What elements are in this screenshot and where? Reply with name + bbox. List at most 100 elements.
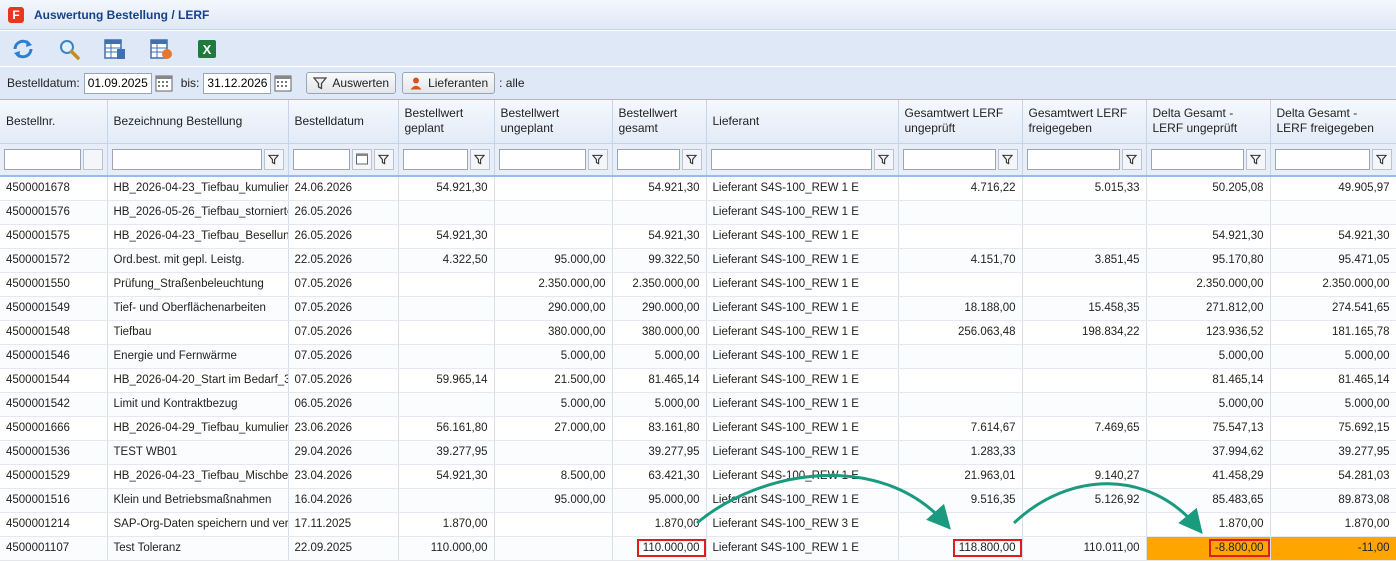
table-cell: 81.465,14 bbox=[1146, 368, 1271, 393]
supplier-button-label: Lieferanten bbox=[428, 76, 489, 90]
table-cell: 7.469,65 bbox=[1022, 416, 1147, 441]
table-cell bbox=[1022, 512, 1147, 537]
column-filter-icon[interactable] bbox=[373, 148, 394, 170]
table-row[interactable]: 4500001546 Energie und Fernwärme 07.05.202… bbox=[0, 344, 1396, 369]
col-header-delta-released[interactable]: Delta Gesamt - LERF freigegeben bbox=[1270, 100, 1396, 144]
table-cell: Lieferant S4S-100_REW 1 E bbox=[706, 248, 899, 273]
table-cell: 4500001550 bbox=[0, 272, 108, 297]
table-cell bbox=[1022, 224, 1147, 249]
table-cell bbox=[1022, 344, 1147, 369]
excel-icon[interactable]: X bbox=[194, 36, 220, 62]
results-table: Bestellnr. Bezeichnung Bestellung Bestel… bbox=[0, 100, 1396, 561]
table-cell: HB_2026-04-29_Tiefbau_kumulierte bbox=[107, 416, 289, 441]
table-row[interactable]: 4500001214 SAP-Org-Daten speichern und ve… bbox=[0, 512, 1396, 537]
supplier-button[interactable]: Lieferanten bbox=[402, 72, 496, 94]
column-filter-cell bbox=[1022, 143, 1147, 177]
column-filter-input[interactable] bbox=[4, 148, 81, 170]
table-cell: 290.000,00 bbox=[494, 296, 613, 321]
col-header-supplier[interactable]: Lieferant bbox=[706, 100, 899, 144]
table-row[interactable]: 4500001529 HB_2026-04-23_Tiefbau_Mischbes… bbox=[0, 464, 1396, 489]
table-row[interactable]: 4500001536 TEST WB01 29.04.2026 39.277,95 39… bbox=[0, 440, 1396, 465]
table-cell: 17.11.2025 bbox=[288, 512, 399, 537]
table-cell: 23.06.2026 bbox=[288, 416, 399, 441]
col-header-order-date[interactable]: Bestelldatum bbox=[288, 100, 399, 144]
column-filter-icon[interactable] bbox=[997, 148, 1018, 170]
table-cell: 2.350.000,00 bbox=[1146, 272, 1271, 297]
column-filter-icon[interactable] bbox=[587, 148, 608, 170]
table-row[interactable]: 4500001549 Tief- und Oberflächenarbeiten 0… bbox=[0, 296, 1396, 321]
table-cell: HB_2026-04-20_Start im Bedarf_3 L bbox=[107, 368, 289, 393]
column-filter-input[interactable] bbox=[1026, 148, 1120, 170]
header-row: Bestellnr. Bezeichnung Bestellung Bestel… bbox=[0, 100, 1396, 144]
table-cell: 75.547,13 bbox=[1146, 416, 1271, 441]
table-row[interactable]: 4500001548 Tiefbau 07.05.2026 380.000,00 380… bbox=[0, 320, 1396, 345]
table-row[interactable]: 4500001678 HB_2026-04-23_Tiefbau_kumulier… bbox=[0, 176, 1396, 201]
table-cell: 1.870,00 bbox=[1146, 512, 1271, 537]
table-cell: 3.851,45 bbox=[1022, 248, 1147, 273]
column-filter-icon[interactable] bbox=[469, 148, 490, 170]
table-cell: 4.322,50 bbox=[398, 248, 495, 273]
table-cell bbox=[494, 176, 613, 201]
table-cell: Tiefbau bbox=[107, 320, 289, 345]
highlight-box: -8.800,00 bbox=[1208, 539, 1269, 557]
date-from-input[interactable] bbox=[83, 72, 152, 94]
calendar-icon[interactable] bbox=[274, 74, 292, 92]
column-filter-input[interactable] bbox=[902, 148, 996, 170]
table-cell: TEST WB01 bbox=[107, 440, 289, 465]
table-cell: 380.000,00 bbox=[612, 320, 707, 345]
table-row[interactable]: 4500001576 HB_2026-05-26_Tiefbau_stornier… bbox=[0, 200, 1396, 225]
table-cell: 5.000,00 bbox=[1146, 392, 1271, 417]
col-header-lerf-released[interactable]: Gesamtwert LERF freigegeben bbox=[1022, 100, 1147, 144]
table-row[interactable]: 4500001542 Limit und Kontraktbezug 06.05.2… bbox=[0, 392, 1396, 417]
table-row[interactable]: 4500001107 Test Toleranz 22.09.2025 110.000… bbox=[0, 536, 1396, 561]
column-filter-input[interactable] bbox=[402, 148, 468, 170]
table-cell: 21.500,00 bbox=[494, 368, 613, 393]
table-cell: 5.000,00 bbox=[612, 392, 707, 417]
filter-spacer[interactable] bbox=[82, 148, 103, 170]
col-header-order-number[interactable]: Bestellnr. bbox=[0, 100, 108, 144]
column-filter-cell bbox=[706, 143, 899, 177]
table-row[interactable]: 4500001550 Prüfung_Straßenbeleuchtung 07.0… bbox=[0, 272, 1396, 297]
column-filter-icon[interactable] bbox=[1245, 148, 1266, 170]
column-filter-icon[interactable] bbox=[873, 148, 894, 170]
column-filter-icon[interactable] bbox=[263, 148, 284, 170]
calendar-icon[interactable] bbox=[155, 74, 173, 92]
table-cell: 95.000,00 bbox=[612, 488, 707, 513]
column-filter-input[interactable] bbox=[111, 148, 262, 170]
col-header-delta-unchecked[interactable]: Delta Gesamt - LERF ungeprüft bbox=[1146, 100, 1271, 144]
table-row[interactable]: 4500001544 HB_2026-04-20_Start im Bedarf_… bbox=[0, 368, 1396, 393]
column-filter-input[interactable] bbox=[710, 148, 872, 170]
table-cell: 26.05.2026 bbox=[288, 200, 399, 225]
table-row[interactable]: 4500001572 Ord.best. mit gepl. Leistg. 22.… bbox=[0, 248, 1396, 273]
date-to-input[interactable] bbox=[203, 72, 272, 94]
col-header-total-value[interactable]: Bestellwert gesamt bbox=[612, 100, 707, 144]
col-header-order-description[interactable]: Bezeichnung Bestellung bbox=[107, 100, 289, 144]
column-filter-input[interactable] bbox=[1150, 148, 1244, 170]
column-filter-icon[interactable] bbox=[1371, 148, 1392, 170]
table-cell: Lieferant S4S-100_REW 1 E bbox=[706, 320, 899, 345]
refresh-icon[interactable] bbox=[10, 36, 36, 62]
table-row[interactable]: 4500001666 HB_2026-04-29_Tiefbau_kumulier… bbox=[0, 416, 1396, 441]
title-bar: F Auswertung Bestellung / LERF bbox=[0, 0, 1396, 30]
column-filter-input[interactable] bbox=[292, 148, 350, 170]
table-export-icon[interactable] bbox=[102, 36, 128, 62]
table-edit-icon[interactable] bbox=[148, 36, 174, 62]
column-filter-input[interactable] bbox=[616, 148, 680, 170]
evaluate-button[interactable]: Auswerten bbox=[306, 72, 397, 94]
table-cell: 22.09.2025 bbox=[288, 536, 399, 561]
column-filter-icon[interactable] bbox=[1121, 148, 1142, 170]
table-cell: SAP-Org-Daten speichern und verw bbox=[107, 512, 289, 537]
table-cell bbox=[398, 488, 495, 513]
app-logo-icon: F bbox=[8, 6, 24, 23]
column-filter-input[interactable] bbox=[1274, 148, 1370, 170]
col-header-lerf-unchecked[interactable]: Gesamtwert LERF ungeprüft bbox=[898, 100, 1023, 144]
col-header-planned-value[interactable]: Bestellwert geplant bbox=[398, 100, 495, 144]
table-row[interactable]: 4500001516 Klein und Betriebsmaßnahmen 16.… bbox=[0, 488, 1396, 513]
table-row[interactable]: 4500001575 HB_2026-04-23_Tiefbau_Besellun… bbox=[0, 224, 1396, 249]
column-filter-icon[interactable] bbox=[681, 148, 702, 170]
col-header-unplanned-value[interactable]: Bestellwert ungeplant bbox=[494, 100, 613, 144]
calendar-icon[interactable] bbox=[351, 148, 372, 170]
column-filter-input[interactable] bbox=[498, 148, 586, 170]
search-icon[interactable] bbox=[56, 36, 82, 62]
table-cell: 2.350.000,00 bbox=[612, 272, 707, 297]
